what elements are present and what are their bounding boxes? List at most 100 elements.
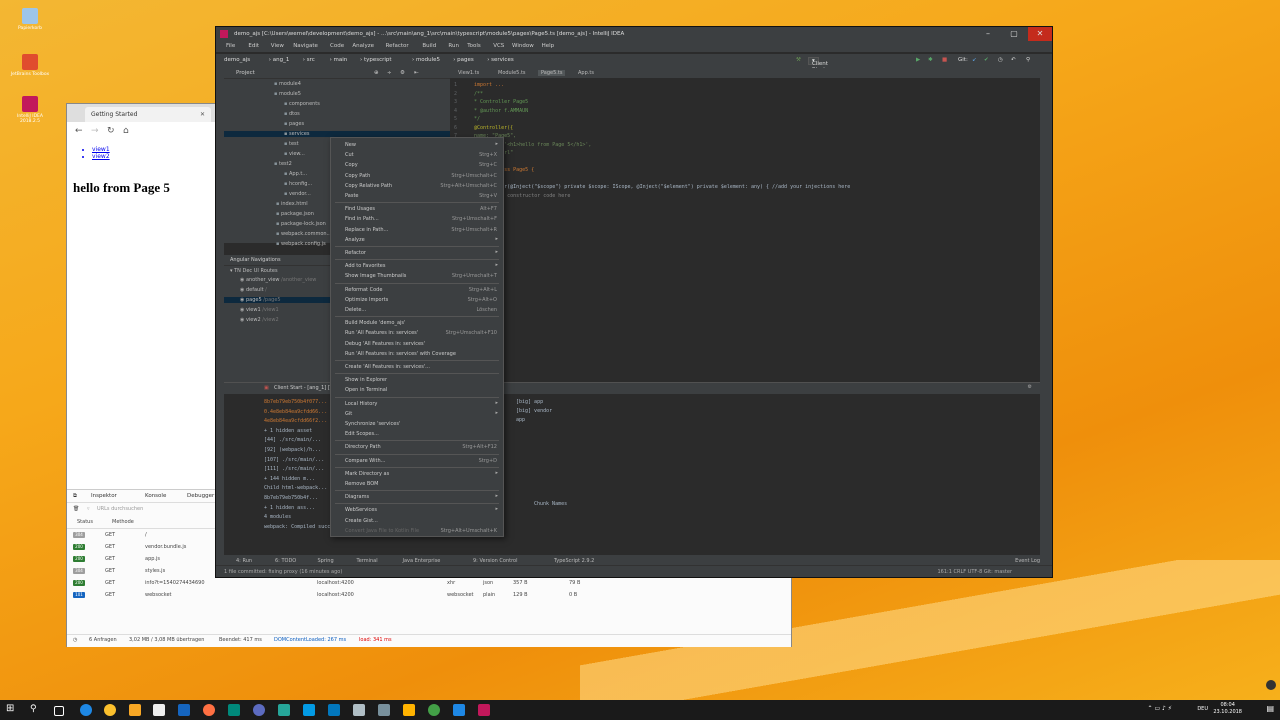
notification-icon[interactable]: ▤ bbox=[1266, 704, 1274, 713]
context-menu-item[interactable]: Create 'All Features in: services'... bbox=[331, 362, 503, 372]
app-icon[interactable] bbox=[428, 704, 440, 716]
breadcrumb-item[interactable]: › ang_1 bbox=[269, 57, 290, 63]
menu-help[interactable]: Help bbox=[542, 43, 555, 49]
mail-icon[interactable] bbox=[178, 704, 190, 716]
intellij-taskbar-icon[interactable] bbox=[478, 704, 490, 716]
context-menu-item[interactable]: Refactor ▸ bbox=[331, 248, 503, 258]
context-menu-item[interactable]: Compare With... Strg+D bbox=[331, 456, 503, 466]
context-menu-item[interactable]: Find in Path... Strg+Umschalt+F bbox=[331, 214, 503, 224]
menu-window[interactable]: Window bbox=[512, 43, 534, 49]
context-menu-item[interactable]: Synchronize 'services' bbox=[331, 419, 503, 429]
search-icon[interactable]: ⚲ bbox=[30, 704, 42, 716]
menu-tools[interactable]: Tools bbox=[467, 43, 481, 49]
context-menu-item[interactable]: Diagrams ▸ bbox=[331, 492, 503, 502]
firefox-icon[interactable] bbox=[203, 704, 215, 716]
context-menu-item[interactable]: Debug 'All Features in: services' bbox=[331, 339, 503, 349]
forward-icon[interactable]: → bbox=[91, 126, 99, 136]
tree-item[interactable]: ▪ dtos bbox=[284, 111, 300, 117]
app-icon[interactable] bbox=[303, 704, 315, 716]
context-menu-item[interactable]: Git ▸ bbox=[331, 409, 503, 419]
editor-tab[interactable]: Page5.ts bbox=[538, 70, 566, 76]
menu-refactor[interactable]: Refactor bbox=[386, 43, 409, 49]
status-right[interactable]: 161:1 CRLF UTF-8 Git: master bbox=[937, 569, 1012, 575]
tab-inspector[interactable]: Inspektor bbox=[91, 493, 117, 499]
tree-item[interactable]: ▪ module5 bbox=[274, 91, 301, 97]
language-indicator[interactable]: DEU bbox=[1197, 706, 1208, 712]
context-menu-item[interactable]: Find Usages Alt+F7 bbox=[331, 204, 503, 214]
clock[interactable]: 08:04 23.10.2018 bbox=[1213, 702, 1242, 716]
run-icon[interactable]: ▶ bbox=[916, 57, 920, 63]
tool-window-tab[interactable]: 6: TODO bbox=[275, 558, 296, 564]
app-icon[interactable] bbox=[453, 704, 465, 716]
app-icon[interactable] bbox=[378, 704, 390, 716]
breadcrumb-item[interactable]: › services bbox=[487, 57, 514, 63]
tree-item[interactable]: ▪ App.t... bbox=[284, 171, 307, 177]
breadcrumb-item[interactable]: › pages bbox=[453, 57, 474, 63]
start-icon[interactable]: ⊞ bbox=[6, 703, 18, 715]
context-menu-item[interactable]: Convert Java File to Kotlin File Strg+Alt… bbox=[331, 526, 503, 536]
context-menu-item[interactable]: Paste Strg+V bbox=[331, 191, 503, 201]
tab-debugger[interactable]: Debugger bbox=[187, 493, 214, 499]
edge-icon[interactable] bbox=[80, 704, 92, 716]
breadcrumb-item[interactable]: › module5 bbox=[412, 57, 440, 63]
minimize-icon[interactable]: – bbox=[976, 27, 1000, 41]
tab-console[interactable]: Konsole bbox=[145, 493, 166, 499]
context-menu-item[interactable]: Mark Directory as ▸ bbox=[331, 469, 503, 479]
reload-icon[interactable]: ↻ bbox=[107, 126, 115, 136]
target-icon[interactable]: ⊕ bbox=[374, 68, 379, 78]
tool-window-tab[interactable]: 9: Version Control bbox=[473, 558, 518, 564]
menu-file[interactable]: File bbox=[226, 43, 235, 49]
breadcrumb-item[interactable]: › main bbox=[330, 57, 348, 63]
tray-icons[interactable]: ⌃ ▭ ♪ ⚡ bbox=[1148, 705, 1172, 712]
tree-item[interactable]: ▪ test2 bbox=[274, 161, 292, 167]
app-icon[interactable] bbox=[228, 704, 240, 716]
network-row[interactable]: 101 GET websocket localhost:4200 websocket pl… bbox=[67, 590, 791, 601]
desktop-icon-intellij[interactable]: IntelliJ IDEA 2018.2.5 bbox=[8, 96, 52, 124]
tree-item[interactable]: ▪ module4 bbox=[274, 81, 301, 87]
breadcrumb-item[interactable]: › src bbox=[303, 57, 315, 63]
context-menu-item[interactable]: Run 'All Features in: services' Strg+Umsc… bbox=[331, 328, 503, 338]
desktop-icon-toolbox[interactable]: JetBrains Toolbox bbox=[8, 54, 52, 77]
task-view-icon[interactable] bbox=[54, 706, 64, 716]
context-menu-item[interactable]: WebServices ▸ bbox=[331, 505, 503, 515]
gear-icon[interactable]: ⚙ bbox=[400, 68, 405, 78]
menu-navigate[interactable]: Navigate bbox=[293, 43, 318, 49]
close-icon[interactable]: ✕ bbox=[200, 107, 205, 122]
hide-icon[interactable]: ⇤ bbox=[414, 68, 419, 78]
context-menu-item[interactable]: Show Image Thumbnails Strg+Umschalt+T bbox=[331, 271, 503, 281]
breadcrumb-item[interactable]: demo_ajs bbox=[224, 57, 250, 63]
context-menu-item[interactable]: Copy Path Strg+Umschalt+C bbox=[331, 171, 503, 181]
context-menu-item[interactable]: Optimize Imports Strg+Alt+O bbox=[331, 295, 503, 305]
tree-item[interactable]: ▪ vendor... bbox=[284, 191, 311, 197]
context-menu-item[interactable]: Open in Terminal bbox=[331, 385, 503, 395]
context-menu-item[interactable]: Delete... Löschen bbox=[331, 305, 503, 315]
context-menu-item[interactable]: Remove BOM bbox=[331, 479, 503, 489]
url-filter-input[interactable]: URLs durchsuchen bbox=[97, 506, 143, 512]
tree-item[interactable]: ▪ hconfig... bbox=[284, 181, 312, 187]
menu-code[interactable]: Code bbox=[330, 43, 344, 49]
browser-tab[interactable]: Getting Started ✕ bbox=[85, 107, 211, 122]
network-row[interactable]: 200 GET info?t=1540274434690 localhost:4200… bbox=[67, 578, 791, 589]
context-menu-item[interactable]: Copy Relative Path Strg+Alt+Umschalt+C bbox=[331, 181, 503, 191]
context-menu-item[interactable]: Directory Path Strg+Alt+F12 bbox=[331, 442, 503, 452]
tree-item[interactable]: ▪ test bbox=[284, 141, 299, 147]
tree-item[interactable]: ▪ package-lock.json bbox=[276, 221, 326, 227]
desktop-icon-recycle-bin[interactable]: Papierkorb bbox=[8, 8, 52, 31]
app-icon[interactable] bbox=[353, 704, 365, 716]
gear-icon[interactable]: ⚙ bbox=[1028, 384, 1032, 390]
context-menu-item[interactable]: Create Gist... bbox=[331, 516, 503, 526]
stop-icon[interactable]: ■ bbox=[942, 57, 947, 63]
menu-build[interactable]: Build bbox=[422, 43, 436, 49]
app-icon[interactable] bbox=[328, 704, 340, 716]
editor-tab[interactable]: App.ts bbox=[578, 70, 594, 76]
app-icon[interactable] bbox=[253, 704, 265, 716]
context-menu-item[interactable]: Edit Scopes... bbox=[331, 429, 503, 439]
context-menu-item[interactable]: Analyze ▸ bbox=[331, 235, 503, 245]
tree-item[interactable]: ▪ components bbox=[284, 101, 320, 107]
menu-vcs[interactable]: VCS bbox=[493, 43, 504, 49]
tree-item[interactable]: ▪ pages bbox=[284, 121, 304, 127]
history-icon[interactable]: ◷ bbox=[998, 57, 1003, 63]
menu-run[interactable]: Run bbox=[448, 43, 459, 49]
context-menu-item[interactable]: Run 'All Features in: services' with Cov… bbox=[331, 349, 503, 359]
context-menu-item[interactable]: Copy Strg+C bbox=[331, 160, 503, 170]
